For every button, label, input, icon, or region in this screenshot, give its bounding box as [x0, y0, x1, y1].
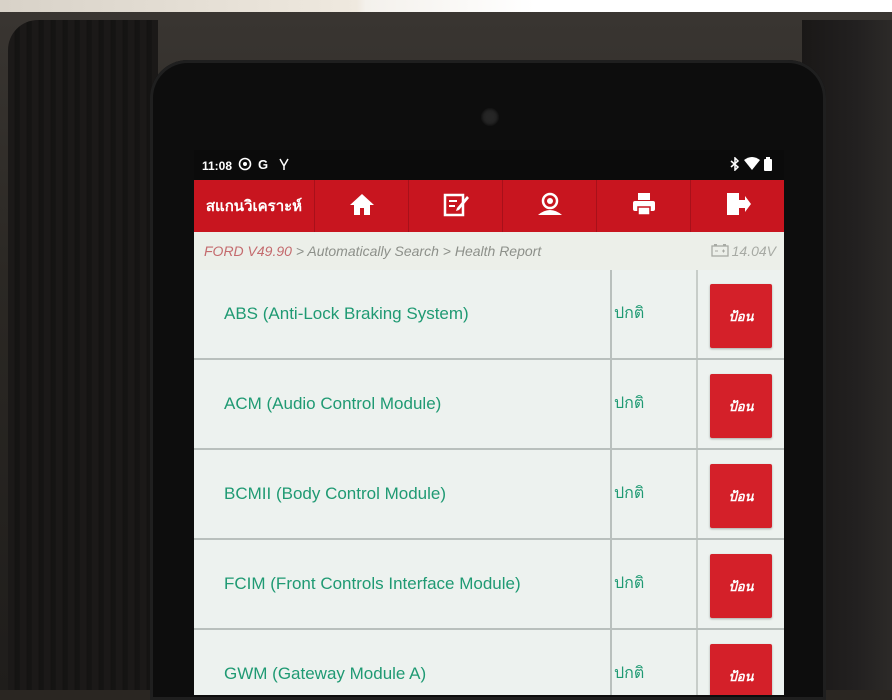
remote-support-button[interactable]: [503, 180, 597, 232]
report-button[interactable]: [409, 180, 503, 232]
wifi-icon: [744, 157, 760, 173]
column-divider: [696, 450, 698, 538]
breadcrumb-vehicle[interactable]: FORD V49.90: [204, 243, 292, 259]
front-camera: [481, 108, 499, 126]
background-strip: [0, 0, 892, 12]
module-status: ปกติ: [614, 305, 645, 322]
column-divider: [610, 630, 612, 695]
column-divider: [610, 270, 612, 358]
home-icon: [349, 192, 375, 221]
battery-icon: [764, 157, 772, 174]
car-battery-icon: [710, 243, 729, 260]
module-status: ปกติ: [614, 395, 645, 412]
status-bar: 11:08 G: [194, 150, 784, 180]
module-list: ABS (Anti-Lock Braking System) ปกติ ป้อน…: [194, 270, 784, 695]
module-name: ACM (Audio Control Module): [224, 394, 442, 413]
list-item: ACM (Audio Control Module) ปกติ ป้อน: [194, 360, 784, 450]
list-item: ABS (Anti-Lock Braking System) ปกติ ป้อน: [194, 270, 784, 360]
google-icon: G: [258, 157, 269, 172]
module-status: ปกติ: [614, 575, 645, 592]
module-status: ปกติ: [614, 485, 645, 502]
module-name: ABS (Anti-Lock Braking System): [224, 304, 469, 323]
battery-voltage: 14.04V: [710, 243, 776, 260]
exit-button[interactable]: [691, 180, 784, 232]
edit-icon: [443, 191, 469, 222]
device-grip-left: [8, 20, 158, 690]
module-name: BCMII (Body Control Module): [224, 484, 447, 503]
print-button[interactable]: [597, 180, 691, 232]
status-time: 11:08: [202, 159, 233, 173]
enter-button[interactable]: ป้อน: [710, 554, 772, 618]
list-item: BCMII (Body Control Module) ปกติ ป้อน: [194, 450, 784, 540]
column-divider: [610, 360, 612, 448]
support-icon: [535, 191, 565, 222]
breadcrumb-path: FORD V49.90 > Automatically Search > Hea…: [204, 243, 541, 259]
column-divider: [610, 450, 612, 538]
breadcrumb-rest: > Automatically Search > Health Report: [291, 243, 542, 259]
module-name: GWM (Gateway Module A): [224, 664, 427, 683]
app-toolbar: สแกนวิเคราะห์: [194, 180, 784, 232]
settings-icon: [238, 157, 252, 174]
column-divider: [610, 540, 612, 628]
app-title: สแกนวิเคราะห์: [194, 180, 315, 232]
enter-button[interactable]: ป้อน: [710, 644, 772, 695]
enter-button[interactable]: ป้อน: [710, 284, 772, 348]
bluetooth-icon: [730, 156, 740, 174]
home-button[interactable]: [315, 180, 409, 232]
voltage-value: 14.04V: [731, 243, 776, 259]
column-divider: [696, 540, 698, 628]
list-item: GWM (Gateway Module A) ปกติ ป้อน: [194, 630, 784, 695]
module-name: FCIM (Front Controls Interface Module): [224, 574, 521, 593]
module-status: ปกติ: [614, 665, 645, 682]
column-divider: [696, 270, 698, 358]
breadcrumb: FORD V49.90 > Automatically Search > Hea…: [194, 232, 784, 270]
usb-debug-icon: [278, 157, 290, 174]
printer-icon: [631, 191, 657, 222]
exit-icon: [725, 191, 751, 222]
device-screen: 11:08 G สแกนวิเคราะห์ FORD V49.90 > Auto…: [194, 150, 784, 695]
list-item: FCIM (Front Controls Interface Module) ป…: [194, 540, 784, 630]
column-divider: [696, 630, 698, 695]
enter-button[interactable]: ป้อน: [710, 464, 772, 528]
enter-button[interactable]: ป้อน: [710, 374, 772, 438]
column-divider: [696, 360, 698, 448]
